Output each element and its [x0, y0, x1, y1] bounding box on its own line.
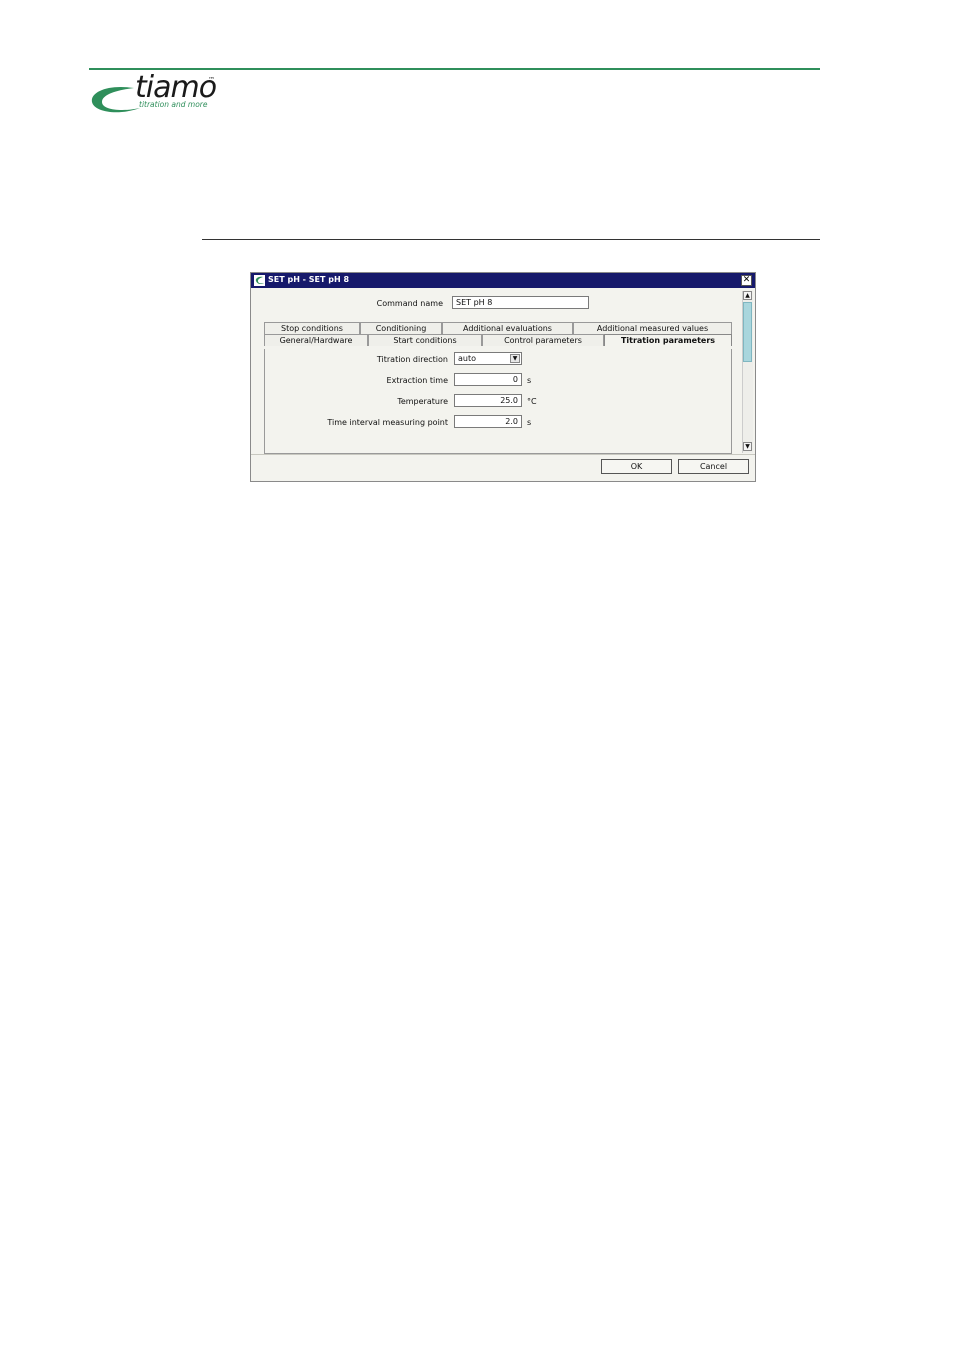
tiamo-logo: tiamo ™ titration and more — [88, 70, 248, 120]
vertical-scrollbar[interactable]: ▲ ▼ — [742, 291, 753, 453]
temperature-input[interactable]: 25.0 — [454, 394, 522, 407]
scroll-up-icon[interactable]: ▲ — [743, 291, 752, 300]
scroll-thumb[interactable] — [743, 302, 752, 362]
command-name-label: Command name — [376, 299, 443, 308]
temperature-label: Temperature — [397, 397, 448, 406]
tab-control-parameters[interactable]: Control parameters — [482, 334, 604, 346]
tab-conditioning[interactable]: Conditioning — [360, 322, 442, 334]
set-ph-dialog: SET pH - SET pH 8 ✕ Command name SET pH … — [250, 272, 756, 482]
logo-trademark: ™ — [208, 76, 215, 84]
logo-tagline: titration and more — [139, 100, 208, 109]
extraction-time-label: Extraction time — [386, 376, 448, 385]
titration-direction-label: Titration direction — [376, 355, 448, 364]
dialog-title: SET pH - SET pH 8 — [268, 275, 350, 284]
extraction-time-unit: s — [527, 376, 532, 385]
ok-button[interactable]: OK — [601, 459, 672, 474]
tab-additional-evaluations[interactable]: Additional evaluations — [442, 322, 573, 334]
time-interval-unit: s — [527, 418, 532, 427]
titration-parameters-panel: Titration direction auto ▼ Extraction ti… — [264, 349, 732, 454]
footer-divider — [251, 454, 755, 455]
dialog-content: Command name SET pH 8 Stop conditions Co… — [254, 289, 741, 454]
close-icon[interactable]: ✕ — [741, 275, 752, 286]
chevron-down-icon[interactable]: ▼ — [510, 354, 520, 363]
time-interval-input[interactable]: 2.0 — [454, 415, 522, 428]
time-interval-label: Time interval measuring point — [327, 418, 448, 427]
temperature-unit: °C — [527, 397, 537, 406]
section-rule — [202, 239, 820, 240]
tab-start-conditions[interactable]: Start conditions — [368, 334, 482, 346]
tab-titration-parameters[interactable]: Titration parameters — [604, 334, 732, 346]
tab-additional-measured-values[interactable]: Additional measured values — [573, 322, 732, 334]
cancel-button[interactable]: Cancel — [678, 459, 749, 474]
dialog-titlebar[interactable]: SET pH - SET pH 8 ✕ — [251, 273, 755, 288]
app-icon — [254, 275, 265, 286]
extraction-time-input[interactable]: 0 — [454, 373, 522, 386]
titration-direction-value: auto — [458, 354, 477, 363]
command-name-input[interactable]: SET pH 8 — [452, 296, 589, 309]
tab-general-hardware[interactable]: General/Hardware — [264, 334, 368, 346]
tab-stop-conditions[interactable]: Stop conditions — [264, 322, 360, 334]
titration-direction-select[interactable]: auto ▼ — [454, 352, 522, 365]
scroll-down-icon[interactable]: ▼ — [743, 442, 752, 451]
